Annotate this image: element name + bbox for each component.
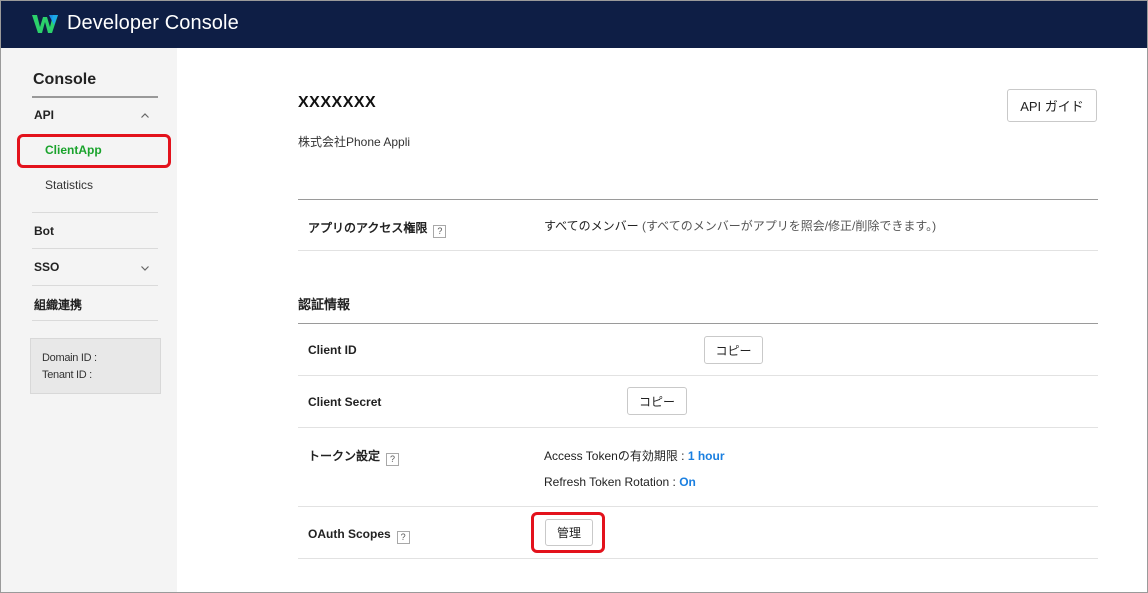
sidebar-item-bot[interactable]: Bot (34, 224, 54, 238)
company-name: 株式会社Phone Appli (298, 135, 411, 149)
refresh-token-rotation-value: On (679, 475, 696, 489)
oauth-scopes-label: OAuth Scopes? (308, 527, 410, 544)
row-divider (298, 506, 1098, 507)
section-divider (298, 323, 1098, 324)
domain-id-label: Domain ID : (42, 352, 97, 364)
sidebar-item-sso[interactable]: SSO (34, 260, 59, 274)
sidebar: Console API ClientApp Statistics Bot SSO… (1, 48, 177, 592)
works-logo-icon[interactable] (32, 13, 58, 35)
auth-section-title: 認証情報 (298, 297, 351, 312)
copy-client-secret-button[interactable]: コピー (627, 387, 687, 415)
sidebar-item-statistics[interactable]: Statistics (45, 178, 93, 192)
refresh-token-rotation: Refresh Token Rotation : On (544, 475, 696, 489)
access-token-expiry: Access Tokenの有効期限 : 1 hour (544, 449, 725, 463)
sidebar-item-api[interactable]: API (34, 108, 54, 122)
access-value: すべてのメンバー (544, 219, 639, 233)
sidebar-divider (32, 285, 158, 286)
sidebar-divider (32, 212, 158, 213)
help-icon[interactable]: ? (433, 225, 447, 238)
row-divider (298, 375, 1098, 376)
browser-frame: Developer Console Console API ClientApp … (0, 0, 1148, 593)
api-guide-button[interactable]: API ガイド (1007, 89, 1097, 122)
sidebar-divider (32, 320, 158, 321)
row-divider (298, 250, 1098, 251)
tenant-id-label: Tenant ID : (42, 369, 92, 381)
token-settings-label: トークン設定? (308, 447, 400, 466)
app-name: XXXXXXX (298, 94, 377, 111)
client-id-label: Client ID (308, 343, 357, 357)
domain-info-box: Domain ID : Tenant ID : (30, 338, 161, 394)
manage-button-highlight (531, 512, 605, 553)
copy-client-id-button[interactable]: コピー (704, 336, 763, 364)
section-divider (298, 199, 1098, 200)
access-permission-label: アプリのアクセス権限? (308, 219, 447, 238)
app-title: Developer Console (67, 12, 239, 34)
top-bar: Developer Console (1, 1, 1147, 48)
clientapp-highlight (17, 134, 171, 168)
sidebar-title-divider (32, 96, 158, 98)
chevron-down-icon[interactable] (140, 263, 150, 273)
sidebar-title: Console (33, 71, 97, 88)
sidebar-divider (32, 248, 158, 249)
row-divider (298, 558, 1098, 559)
access-note: (すべてのメンバーがアプリを照会/修正/削除できます。) (642, 219, 937, 233)
chevron-up-icon[interactable] (140, 111, 150, 121)
help-icon[interactable]: ? (396, 531, 410, 544)
client-secret-label: Client Secret (308, 395, 382, 409)
sidebar-item-org-link[interactable]: 組織連携 (34, 296, 82, 313)
row-divider (298, 427, 1098, 428)
access-token-expiry-value: 1 hour (687, 449, 725, 463)
help-icon[interactable]: ? (386, 453, 400, 466)
access-permission-value: すべてのメンバー (すべてのメンバーがアプリを照会/修正/削除できます。) (544, 217, 936, 234)
